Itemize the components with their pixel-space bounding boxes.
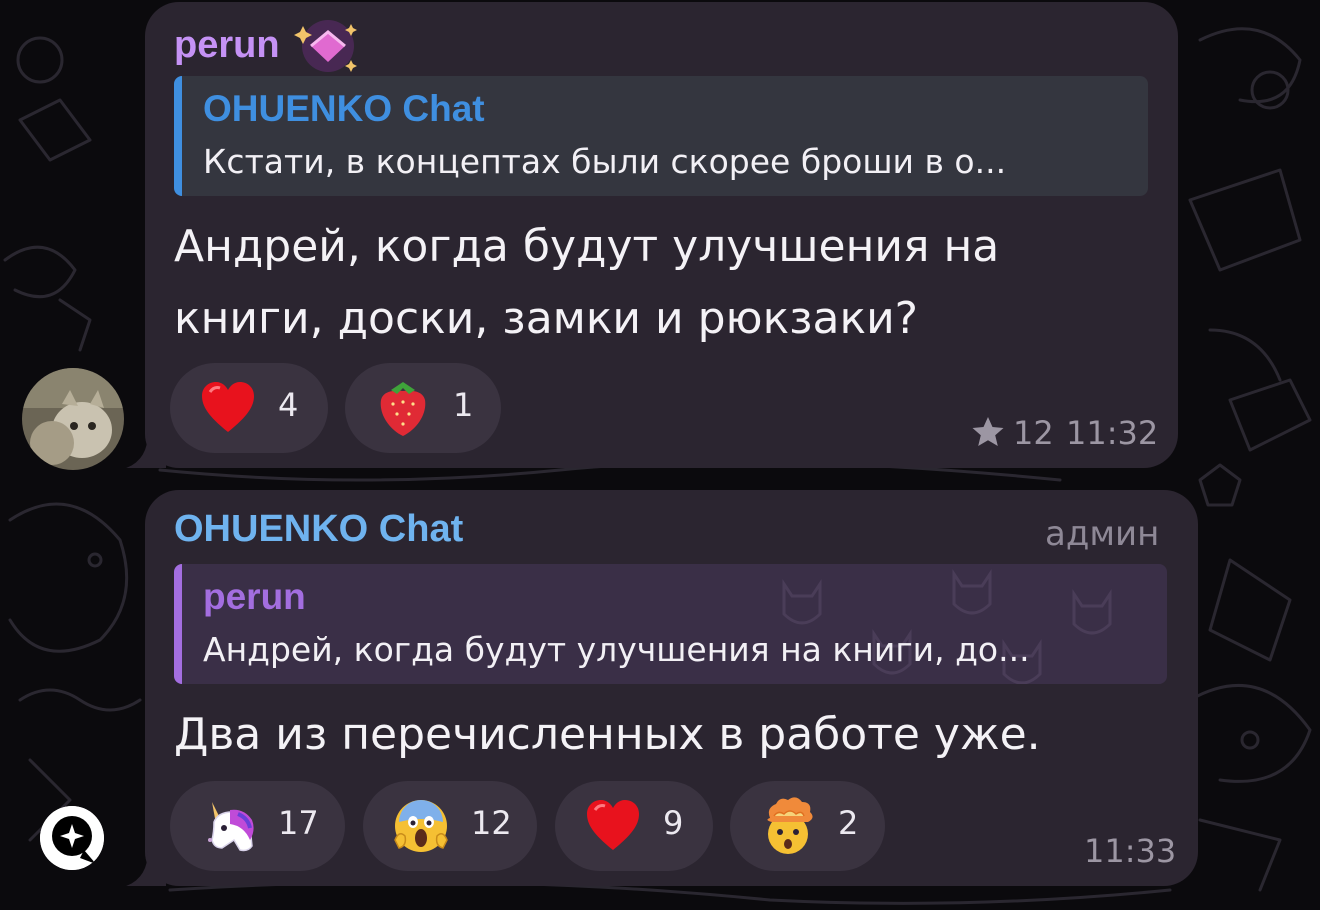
message-time: 11:32 — [1066, 414, 1159, 452]
unicorn-icon — [208, 802, 254, 852]
message-text-line-2: книги, доски, замки и рюкзаки? — [174, 293, 919, 344]
reaction-exploding-head[interactable]: 2 — [730, 781, 885, 871]
reply-quote[interactable]: perun Андрей, когда будут улучшения на к… — [174, 564, 1167, 684]
reply-accent-bar — [174, 564, 182, 684]
reaction-count: 12 — [471, 804, 512, 842]
bubble-tail — [126, 432, 166, 468]
reply-author: OHUENKO Chat — [203, 88, 485, 129]
message-text-line-1: Андрей, когда будут улучшения на — [174, 221, 1000, 272]
views-star-icon — [972, 417, 1004, 446]
reaction-unicorn[interactable]: 17 — [170, 781, 345, 871]
red-heart-icon — [587, 800, 639, 850]
red-heart-icon — [202, 382, 254, 432]
message-text: Два из перечисленных в работе уже. — [174, 709, 1041, 760]
reaction-strawberry[interactable]: 1 — [345, 363, 501, 453]
bubble-tail — [126, 850, 166, 886]
admin-badge: админ — [1045, 514, 1160, 554]
reply-text: Андрей, когда будут улучшения на книги, … — [203, 630, 1030, 669]
reaction-count: 17 — [278, 804, 319, 842]
reaction-heart[interactable]: 4 — [170, 363, 328, 453]
reaction-count: 9 — [663, 804, 684, 842]
reply-text: Кстати, в концептах были скорее броши в … — [203, 142, 1007, 181]
message-bubble-admin[interactable]: OHUENKO Chat админ perun Андрей, когда б… — [145, 490, 1198, 886]
message-time: 11:33 — [1084, 832, 1177, 870]
avatar-ohuenko-chat[interactable] — [40, 806, 104, 870]
reaction-count: 1 — [453, 386, 474, 424]
reply-quote[interactable]: OHUENKO Chat Кстати, в концептах были ск… — [174, 76, 1148, 196]
strawberry-icon — [380, 382, 426, 436]
reaction-count: 2 — [838, 804, 859, 842]
reaction-scream[interactable]: 12 — [363, 781, 537, 871]
reaction-heart[interactable]: 9 — [555, 781, 713, 871]
sender-name[interactable]: perun — [174, 24, 280, 67]
premium-status-gem-icon — [294, 20, 357, 72]
chat-logo-icon — [40, 806, 104, 870]
avatar-perun[interactable] — [22, 368, 124, 470]
exploding-head-icon — [767, 797, 813, 854]
face-screaming-in-fear-icon — [394, 800, 448, 852]
reply-author: perun — [203, 576, 306, 617]
message-bubble-perun[interactable]: perun OHUENKO Chat Кстати, в концептах б… — [145, 2, 1178, 468]
reaction-count: 4 — [278, 386, 299, 424]
cat-photo-icon — [22, 368, 124, 470]
sender-name[interactable]: OHUENKO Chat — [174, 508, 463, 551]
views-count: 12 — [1013, 414, 1054, 452]
reply-accent-bar — [174, 76, 182, 196]
